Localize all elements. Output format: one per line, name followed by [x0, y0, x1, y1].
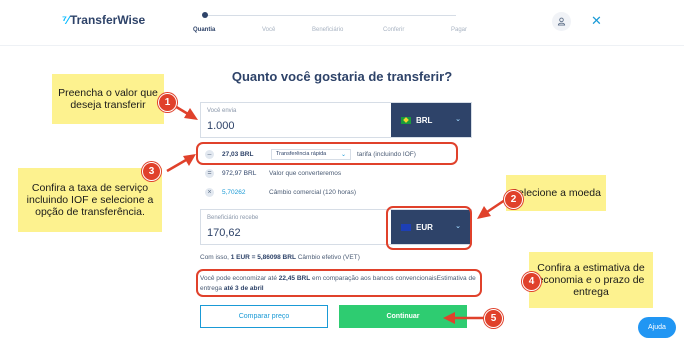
badge-4: 4: [522, 272, 541, 291]
arrow-2-head: [477, 206, 491, 219]
badge-5: 5: [484, 309, 503, 328]
badge-3: 3: [142, 162, 161, 181]
note-check-savings: Confira a estimativa de economia e o pra…: [529, 252, 653, 308]
badge-1: 1: [158, 93, 177, 112]
note-fill-amount: Preencha o valor que deseja transferir: [52, 74, 164, 124]
note-check-fee: Confira a taxa de serviço incluindo IOF …: [18, 168, 162, 232]
arrow-5-head: [443, 312, 455, 324]
badge-2: 2: [504, 190, 523, 209]
arrow-2: [486, 198, 506, 214]
arrow-3: [166, 158, 187, 173]
